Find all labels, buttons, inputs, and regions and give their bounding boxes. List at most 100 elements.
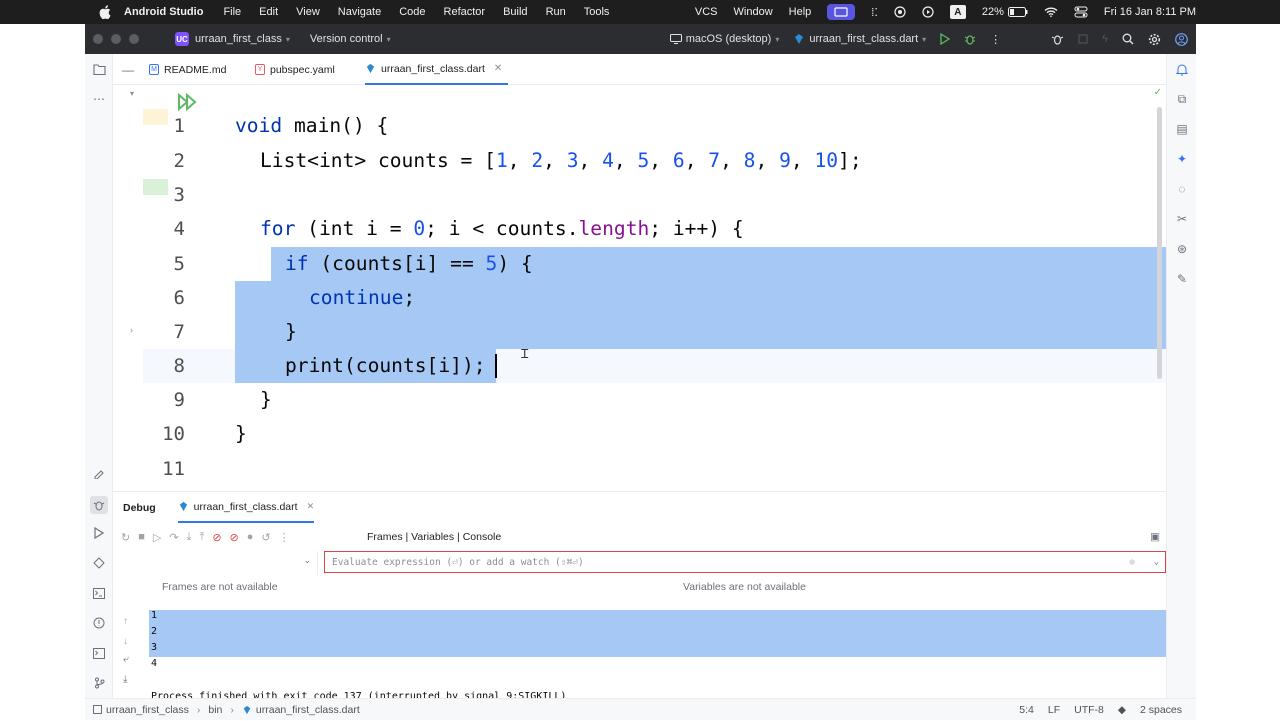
activity-icon[interactable]: ⁞⁚	[871, 6, 878, 19]
editor-scrollbar[interactable]	[1157, 107, 1162, 379]
device-manager-icon[interactable]: ⧉	[1175, 92, 1189, 106]
menu-code[interactable]: Code	[399, 6, 425, 18]
breadcrumb-file[interactable]: urraan_first_class.dart	[242, 704, 360, 716]
breadcrumb-project[interactable]: urraan_first_class	[93, 704, 189, 716]
menu-edit[interactable]: Edit	[259, 6, 278, 18]
menu-file[interactable]: File	[223, 6, 241, 18]
scroll-to-end-icon[interactable]: ⤓	[123, 674, 127, 685]
screen-record-icon[interactable]	[827, 4, 856, 20]
git-branch-icon[interactable]	[92, 676, 106, 690]
wifi-icon[interactable]	[1044, 7, 1058, 17]
debug-bug-icon[interactable]	[964, 33, 976, 45]
run-tool-icon[interactable]	[92, 526, 106, 540]
indent-setting[interactable]: 2 spaces	[1140, 704, 1182, 716]
performance-icon[interactable]: ⊛	[1175, 242, 1189, 256]
settings-gear-icon[interactable]	[1148, 33, 1161, 46]
record-dot-icon[interactable]	[894, 6, 906, 18]
down-arrow-icon[interactable]: ↓	[123, 636, 128, 647]
control-center-icon[interactable]	[1074, 6, 1088, 18]
menu-app-name[interactable]: Android Studio	[124, 6, 203, 18]
caret-position[interactable]: 5:4	[1019, 704, 1034, 716]
project-folder-icon[interactable]	[92, 62, 106, 76]
collapse-gutter-icon[interactable]: ▾	[130, 89, 142, 101]
mute-breakpoints-icon[interactable]: ⊘	[230, 531, 239, 544]
pen-icon[interactable]: ✎	[1175, 272, 1189, 286]
up-arrow-icon[interactable]: ↑	[123, 616, 128, 627]
menu-build[interactable]: Build	[503, 6, 527, 18]
notifications-bell-icon[interactable]	[1175, 62, 1189, 76]
expand-arrow-icon[interactable]: ›	[130, 325, 133, 335]
close-tab-icon[interactable]: ✕	[494, 63, 502, 74]
add-watch-icon[interactable]: ⊕	[1129, 557, 1135, 568]
project-badge[interactable]: UC	[175, 32, 189, 46]
close-window-button[interactable]	[93, 34, 103, 44]
terminal-prompt-icon[interactable]	[92, 646, 106, 660]
gemini-sparkle-icon[interactable]: ✦	[1175, 152, 1189, 166]
view-breakpoints-icon[interactable]: ⊘	[212, 531, 221, 544]
chat-icon[interactable]: ◌	[1175, 182, 1189, 196]
more-horizontal-icon[interactable]: ⋯	[92, 92, 106, 106]
menu-run[interactable]: Run	[546, 6, 566, 18]
more-vertical-icon[interactable]: ⋮	[990, 33, 1001, 46]
debug-session-tab[interactable]: urraan_first_class.dart ✕	[177, 493, 315, 523]
menu-refactor[interactable]: Refactor	[444, 6, 486, 18]
menu-help[interactable]: Help	[789, 6, 812, 18]
debug-views-label[interactable]: Frames | Variables | Console	[367, 531, 501, 543]
flutter-inspector-icon[interactable]: ✂	[1175, 212, 1189, 226]
menu-vcs[interactable]: VCS	[695, 6, 718, 18]
tab-pubspec[interactable]: Y pubspec.yaml	[255, 54, 335, 85]
menu-navigate[interactable]: Navigate	[338, 6, 381, 18]
menu-tools[interactable]: Tools	[584, 6, 610, 18]
menu-window[interactable]: Window	[734, 6, 773, 18]
problems-icon[interactable]	[92, 616, 106, 630]
account-icon[interactable]	[1175, 32, 1188, 46]
apple-logo-icon[interactable]	[98, 5, 112, 19]
close-session-icon[interactable]: ✕	[307, 501, 315, 512]
pause-icon[interactable]: ●	[247, 531, 254, 543]
more-vertical-icon[interactable]: ⋮	[279, 531, 290, 544]
layout-icon[interactable]: ▣	[1150, 531, 1160, 543]
project-selector[interactable]: urraan_first_class ▾	[195, 33, 290, 45]
rerun-icon[interactable]: ↻	[121, 531, 130, 544]
soft-wrap-icon[interactable]: ⤶	[123, 654, 129, 665]
step-over-icon[interactable]: ↷	[169, 531, 178, 544]
hot-reload-icon[interactable]: ϟ	[1102, 33, 1108, 45]
terminal-icon[interactable]	[92, 586, 106, 600]
debug-tool-icon[interactable]	[90, 496, 108, 514]
stop-icon[interactable]	[1078, 33, 1088, 45]
line-ending[interactable]: LF	[1048, 704, 1060, 716]
flutter-attach-bug-icon[interactable]	[1051, 33, 1064, 45]
evaluate-expression-input[interactable]: Evaluate expression (⏎) or add a watch (…	[324, 551, 1166, 573]
inspection-ok-icon[interactable]: ✓	[1154, 87, 1162, 98]
chevron-down-icon[interactable]: ⌄	[1154, 557, 1159, 567]
ai-assistant-icon[interactable]: ◆	[1118, 704, 1126, 716]
device-selector[interactable]: macOS (desktop) ▾	[669, 33, 779, 45]
menu-view[interactable]: View	[296, 6, 320, 18]
battery-icon[interactable]	[1007, 7, 1028, 17]
run-config-selector[interactable]: urraan_first_class.dart ▾	[793, 33, 926, 45]
tab-readme[interactable]: M README.md	[149, 54, 226, 85]
step-out-icon[interactable]: ⤒	[199, 531, 204, 544]
step-into-icon[interactable]: ⤓	[187, 531, 192, 544]
play-circle-icon[interactable]	[922, 6, 934, 18]
run-main-gutter-icon[interactable]	[177, 92, 199, 116]
run-icon[interactable]	[940, 33, 951, 45]
paint-brush-icon[interactable]	[92, 466, 106, 480]
search-icon[interactable]	[1122, 33, 1134, 45]
minimize-icon[interactable]: —	[122, 63, 134, 77]
version-control-menu[interactable]: Version control ▾	[310, 33, 391, 45]
zoom-window-button[interactable]	[129, 34, 139, 44]
restore-layout-icon[interactable]: ↺	[261, 531, 270, 544]
dart-analysis-icon[interactable]	[92, 556, 106, 570]
code-editor[interactable]: ▾ › 1 2 3 4 5 6 7 8 9 10 11 void main() …	[113, 85, 1166, 491]
stop-icon[interactable]: ■	[138, 531, 145, 543]
resume-icon[interactable]: ▷	[153, 531, 161, 544]
frames-selector[interactable]: ⌄	[113, 551, 318, 575]
minimize-window-button[interactable]	[111, 34, 121, 44]
tab-urraan-first-class[interactable]: urraan_first_class.dart ✕	[365, 54, 509, 85]
clipboard-icon[interactable]: ▤	[1175, 122, 1189, 136]
breadcrumb-bin[interactable]: bin	[208, 704, 222, 716]
file-encoding[interactable]: UTF-8	[1074, 704, 1104, 716]
input-source-icon[interactable]: A	[949, 5, 966, 19]
menubar-clock[interactable]: Fri 16 Jan 8:11 PM	[1104, 6, 1196, 18]
